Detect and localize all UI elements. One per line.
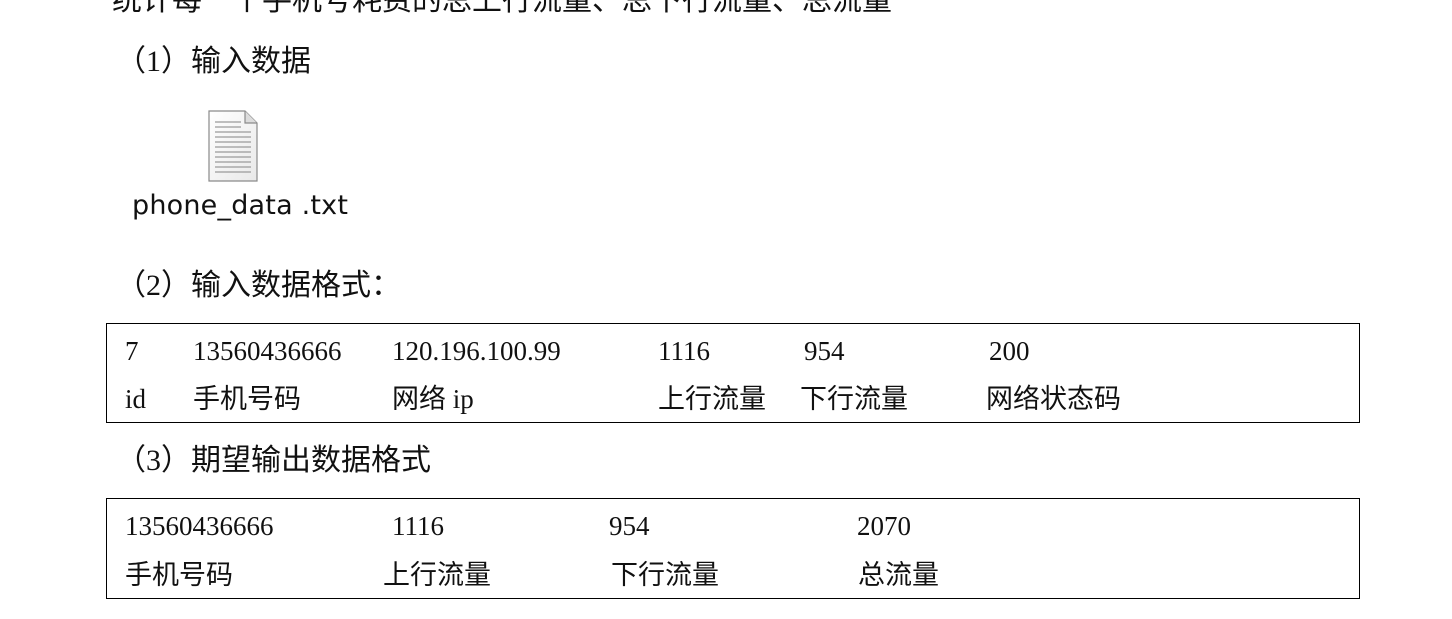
file-name-label[interactable]: phone_data .txt [132, 188, 348, 224]
section-heading-output-format: （3）期望输出数据格式 [116, 444, 431, 477]
output-label-phone: 手机号码 [125, 560, 233, 590]
output-value-phone: 13560436666 [125, 511, 274, 541]
cut-off-text-line: 统计每一个手机号耗费的总上行流量、总下行流量、总流量 [112, 0, 892, 17]
input-value-id: 7 [125, 336, 139, 366]
input-value-phone: 13560436666 [193, 336, 342, 366]
section-heading-input-format: （2）输入数据格式： [116, 269, 401, 302]
input-label-phone: 手机号码 [193, 384, 301, 414]
input-label-id: id [125, 384, 147, 414]
section-heading-input-data: （1）输入数据 [116, 45, 311, 78]
output-label-total: 总流量 [858, 560, 939, 590]
output-label-upflow: 上行流量 [383, 560, 491, 590]
input-label-upflow: 上行流量 [658, 384, 766, 414]
input-label-status: 网络状态码 [986, 384, 1121, 414]
output-value-upflow: 1116 [392, 511, 444, 541]
input-format-table: 7 13560436666 120.196.100.99 1116 954 20… [106, 323, 1360, 423]
input-value-upflow: 1116 [658, 336, 710, 366]
input-label-downflow: 下行流量 [800, 384, 908, 414]
text-file-icon[interactable] [207, 110, 259, 182]
input-value-status: 200 [989, 336, 1030, 366]
input-value-downflow: 954 [804, 336, 845, 366]
input-value-ip: 120.196.100.99 [392, 336, 561, 366]
output-format-table: 13560436666 1116 954 2070 手机号码 上行流量 下行流量… [106, 498, 1360, 599]
input-label-ip: 网络 ip [392, 384, 474, 414]
output-value-total: 2070 [857, 511, 911, 541]
output-value-downflow: 954 [609, 511, 650, 541]
output-label-downflow: 下行流量 [611, 560, 719, 590]
